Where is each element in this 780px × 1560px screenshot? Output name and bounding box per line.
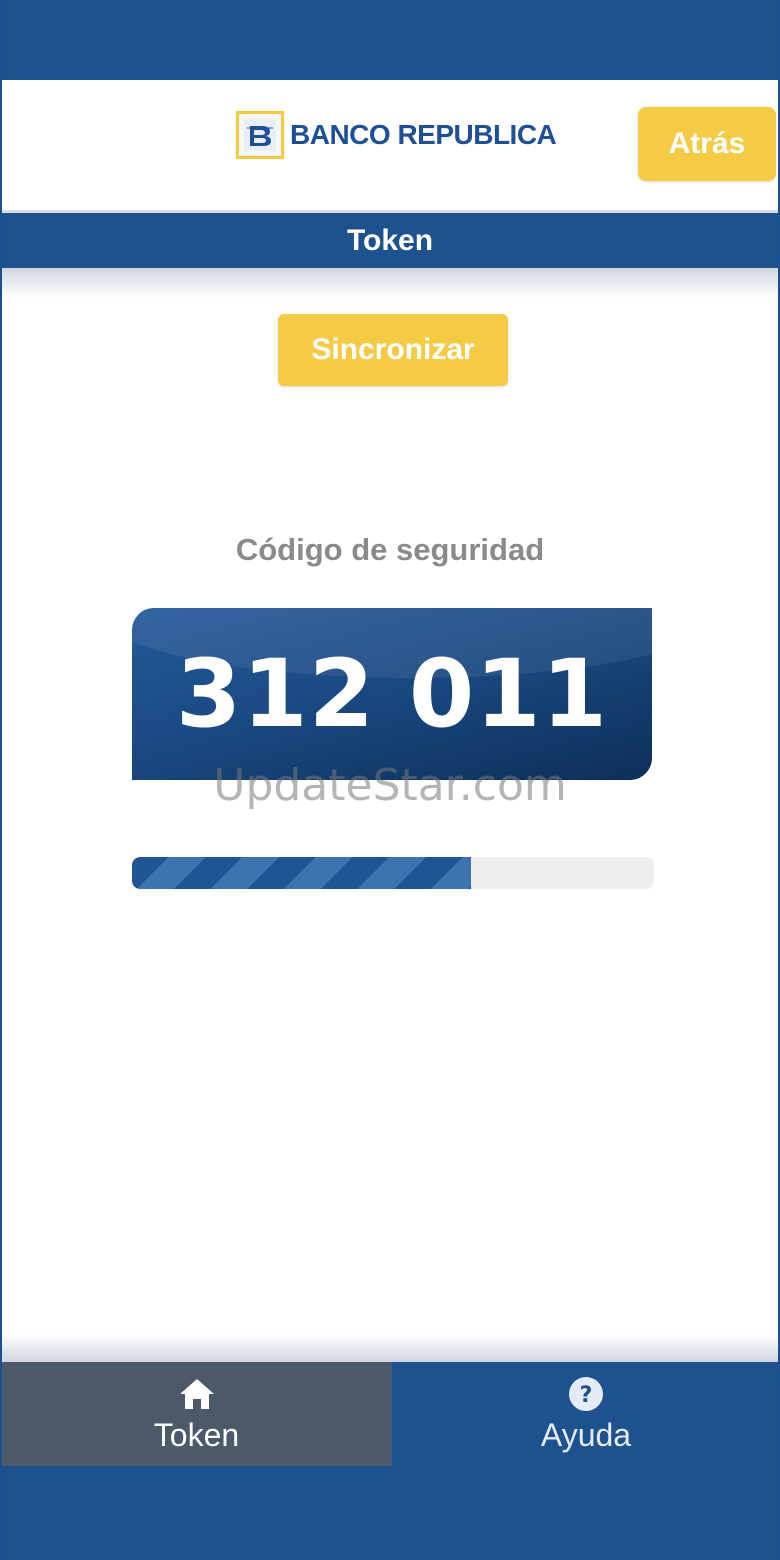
svg-text:?: ? [580, 1383, 593, 1408]
security-code-label: Código de seguridad [235, 532, 545, 567]
token-screen: BANCO REPUBLICA Atrás Token Sincronizar … [0, 0, 780, 1560]
nav-tab-token[interactable]: Token [2, 1362, 391, 1466]
back-button[interactable]: Atrás [638, 107, 776, 181]
bank-logo-text: BANCO REPUBLICA [290, 119, 557, 150]
page-title: Token [2, 210, 778, 268]
sync-button[interactable]: Sincronizar [278, 314, 508, 386]
help-icon: ? [568, 1375, 604, 1413]
nav-tab-ayuda[interactable]: ? Ayuda [391, 1362, 780, 1466]
nav-tab-token-label: Token [153, 1416, 240, 1453]
bottom-shadow [2, 1334, 778, 1362]
security-code-display: 312 011 [132, 608, 652, 780]
security-code-value: 312 011 [175, 639, 609, 749]
bank-logo: BANCO REPUBLICA [236, 110, 557, 160]
token-progress-fill [132, 857, 472, 889]
watermark: UpdateStar.com [213, 760, 567, 811]
status-bar [2, 0, 778, 80]
nav-tab-ayuda-label: Ayuda [540, 1416, 632, 1453]
title-shadow [2, 268, 778, 298]
bottom-nav: Token ? Ayuda [2, 1362, 778, 1560]
home-icon [178, 1375, 216, 1413]
bank-logo-icon [236, 111, 284, 159]
token-progress-bar [132, 857, 654, 889]
